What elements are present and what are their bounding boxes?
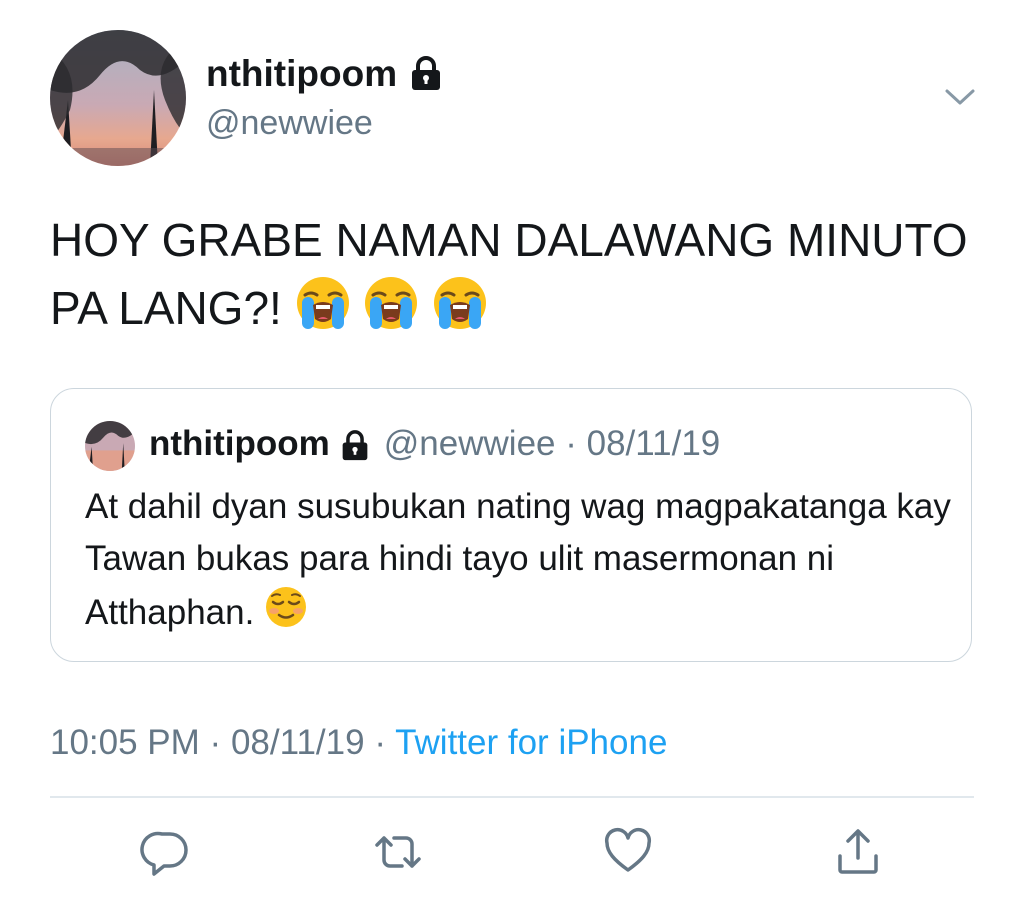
lock-icon <box>409 56 443 92</box>
quoted-header: nthitipoom @newwiee · 08/11/19 <box>149 421 720 467</box>
lock-icon <box>340 428 370 461</box>
quoted-display-name[interactable]: nthitipoom <box>149 421 330 467</box>
loudly-crying-face-icon <box>295 275 351 349</box>
retweet-icon[interactable] <box>372 826 424 878</box>
quoted-avatar-image <box>85 421 135 471</box>
display-name-row[interactable]: nthitipoom <box>206 52 443 96</box>
quoted-tweet[interactable]: nthitipoom @newwiee · 08/11/19 At dahil … <box>50 388 972 662</box>
handle[interactable]: @newwiee <box>206 102 373 144</box>
divider <box>50 796 974 798</box>
loudly-crying-face-icon <box>363 275 419 349</box>
loudly-crying-face-icon <box>432 275 488 349</box>
share-icon[interactable] <box>832 826 884 878</box>
display-name[interactable]: nthitipoom <box>206 52 397 96</box>
quoted-handle[interactable]: @newwiee <box>384 421 556 467</box>
meta-separator: · <box>209 723 231 762</box>
tweet-time: 10:05 PM <box>50 723 200 762</box>
quoted-separator: · <box>555 424 587 463</box>
tweet-source-link[interactable]: Twitter for iPhone <box>395 723 667 762</box>
avatar-image <box>50 30 186 166</box>
tweet-meta: 10:05 PM · 08/11/19 · Twitter for iPhone <box>50 720 667 766</box>
tweet-text: HOY GRABE NAMAN DALAWANG MINUTO PA LANG?… <box>50 206 980 349</box>
quoted-body: At dahil dyan susubukan nating wag magpa… <box>85 487 951 632</box>
tweet-date: 08/11/19 <box>230 723 365 762</box>
quoted-avatar[interactable] <box>85 421 135 471</box>
tweet-body: HOY GRABE NAMAN DALAWANG MINUTO PA LANG?… <box>50 214 968 334</box>
smiling-face-icon <box>264 585 308 644</box>
meta-separator: · <box>374 723 396 762</box>
avatar[interactable] <box>50 30 186 166</box>
heart-icon[interactable] <box>602 826 654 878</box>
chevron-down-icon[interactable] <box>944 86 976 108</box>
reply-icon[interactable] <box>140 826 192 878</box>
quoted-text: At dahil dyan susubukan nating wag magpa… <box>85 481 955 644</box>
quoted-date: 08/11/19 <box>586 424 721 463</box>
